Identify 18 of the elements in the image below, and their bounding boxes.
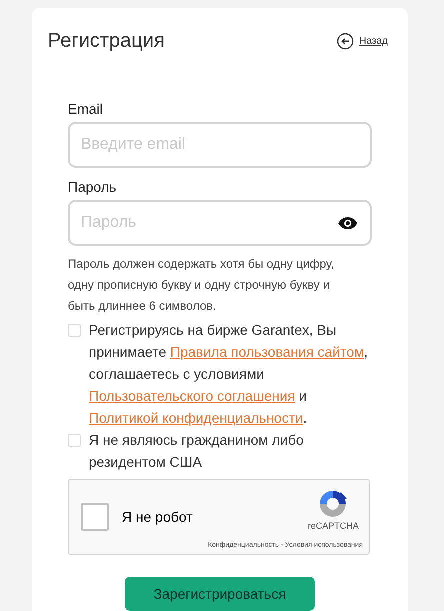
agreement-text: Я не являюсь гражданином либо резидентом США: [89, 431, 305, 472]
captcha-label: Я не робот: [122, 509, 194, 525]
eye-icon[interactable]: [338, 216, 358, 230]
captcha-brand: reCAPTCHA: [308, 521, 359, 531]
email-label: Email: [68, 101, 104, 117]
back-link[interactable]: Назад: [337, 33, 388, 50]
register-button[interactable]: Зарегистрироваться: [125, 577, 315, 611]
password-label: Пароль: [68, 179, 118, 195]
policy-link[interactable]: Правила пользования сайтом: [170, 344, 364, 360]
policy-link[interactable]: Пользовательского соглашения: [89, 388, 296, 404]
checkbox[interactable]: [68, 434, 81, 447]
page-title: Регистрация: [48, 30, 165, 53]
policy-link[interactable]: Политикой конфиденциальности: [89, 410, 304, 426]
checkbox[interactable]: [68, 324, 81, 337]
captcha-checkbox[interactable]: [81, 503, 109, 531]
agreement-text: Регистрируясь на бирже Garantex, Вы принимаете Правила пользования сайтом, соглашаетесь с условиями Пользовательского соглашения и Политикой конфиденциальности.: [89, 321, 369, 428]
recaptcha-logo-icon: [317, 489, 350, 519]
password-hint: Пароль должен содержать хотя бы одну цифру, одну прописную букву и одну строчную букву и быть длиннее 6 символов.: [68, 256, 336, 315]
